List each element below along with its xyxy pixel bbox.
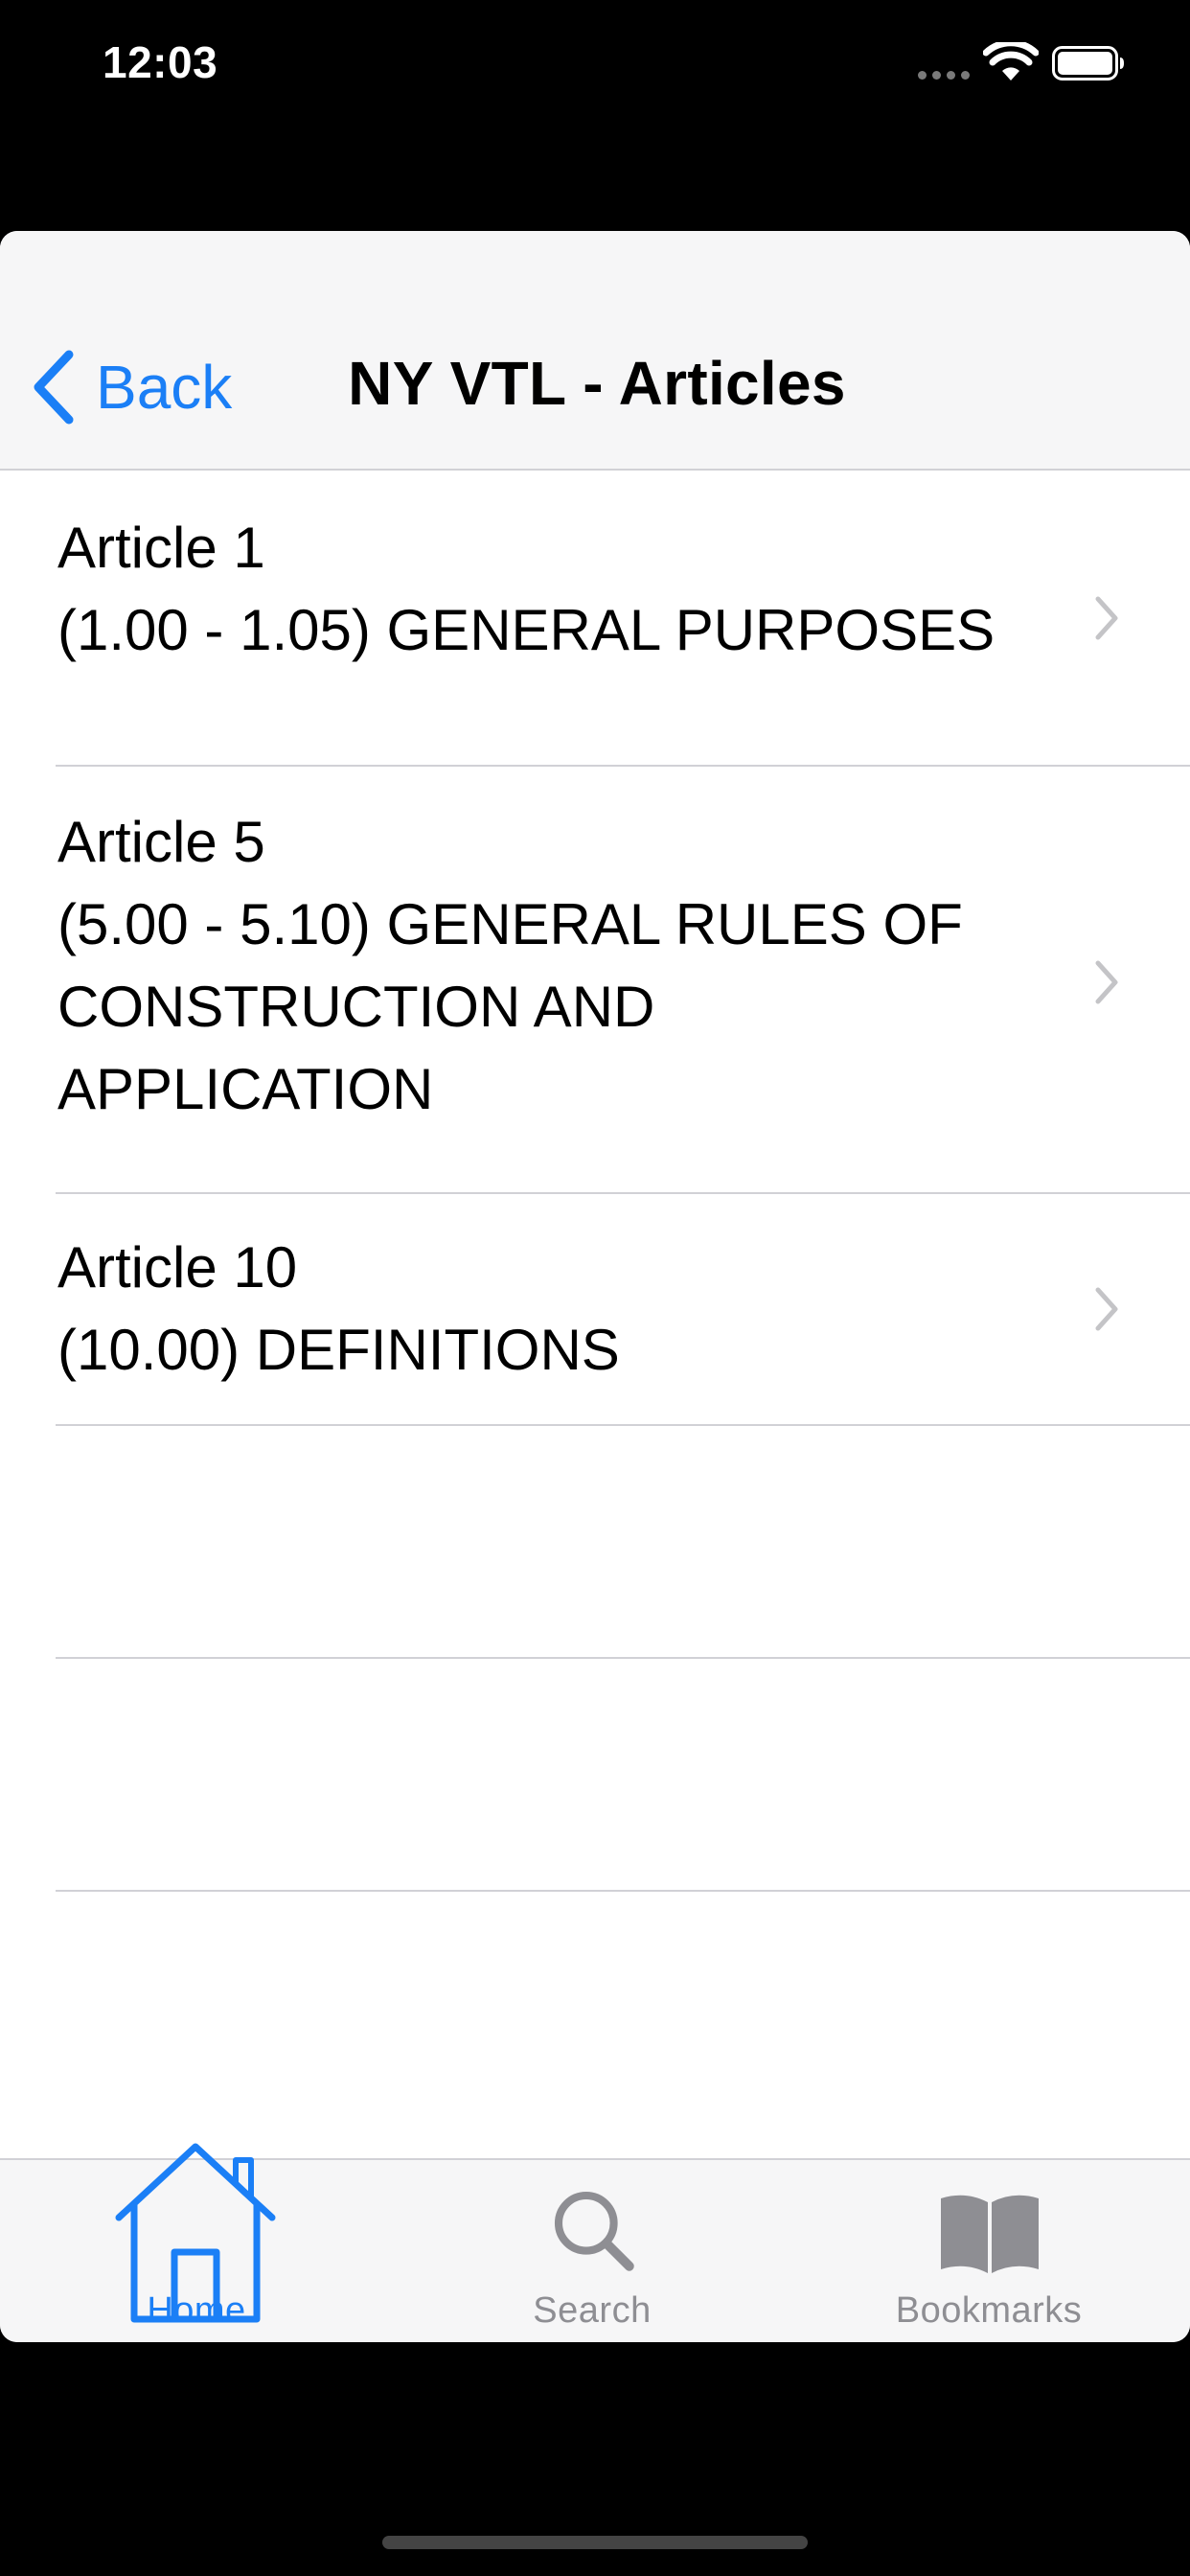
tab-label: Search	[533, 2290, 652, 2331]
article-description-line: APPLICATION	[57, 1057, 434, 1121]
tab-label: Bookmarks	[895, 2290, 1083, 2331]
article-description: (10.00) DEFINITIONS	[57, 1318, 620, 1382]
battery-icon	[1052, 46, 1124, 80]
article-title: Article 5	[57, 810, 265, 874]
home-indicator[interactable]	[382, 2536, 808, 2549]
page-title: NY VTL - Articles	[348, 349, 846, 418]
article-title: Article 1	[57, 516, 265, 580]
list-item-article-10[interactable]: Article 10 (10.00) DEFINITIONS	[56, 1194, 1190, 1426]
list-item-article-5[interactable]: Article 5 (5.00 - 5.10) GENERAL RULES OF…	[56, 767, 1190, 1194]
articles-list: Article 1 (1.00 - 1.05) GENERAL PURPOSES…	[0, 471, 1190, 1892]
bookmarks-icon	[941, 2195, 1039, 2273]
tab-label: Home	[147, 2290, 246, 2331]
tab-search[interactable]: Search	[448, 2160, 736, 2342]
empty-list-row	[56, 1659, 1190, 1892]
tab-bookmarks[interactable]: Bookmarks	[845, 2160, 1133, 2342]
chevron-right-icon	[1095, 596, 1118, 640]
app-screen: Back NY VTL - Articles Article 1 (1.00 -…	[0, 231, 1190, 2342]
chevron-right-icon	[1095, 960, 1118, 1004]
status-time: 12:03	[103, 37, 218, 87]
article-title: Article 10	[57, 1235, 298, 1300]
article-description-line: CONSTRUCTION AND	[57, 975, 655, 1039]
search-icon	[554, 2191, 634, 2271]
cellular-signal-icon	[918, 71, 972, 80]
tab-bar: Home Search Bookmarks	[0, 2143, 1190, 2342]
navigation-bar: Back NY VTL - Articles	[0, 231, 1190, 471]
chevron-right-icon	[1095, 1287, 1118, 1331]
wifi-icon	[983, 42, 1039, 80]
article-description-line: (5.00 - 5.10) GENERAL RULES OF	[57, 892, 963, 956]
article-description: (1.00 - 1.05) GENERAL PURPOSES	[57, 598, 995, 662]
list-item-article-1[interactable]: Article 1 (1.00 - 1.05) GENERAL PURPOSES	[56, 471, 1190, 767]
status-bar: 12:03	[0, 0, 1190, 134]
empty-list-row	[56, 1426, 1190, 1659]
tab-home[interactable]: Home	[54, 2143, 341, 2342]
